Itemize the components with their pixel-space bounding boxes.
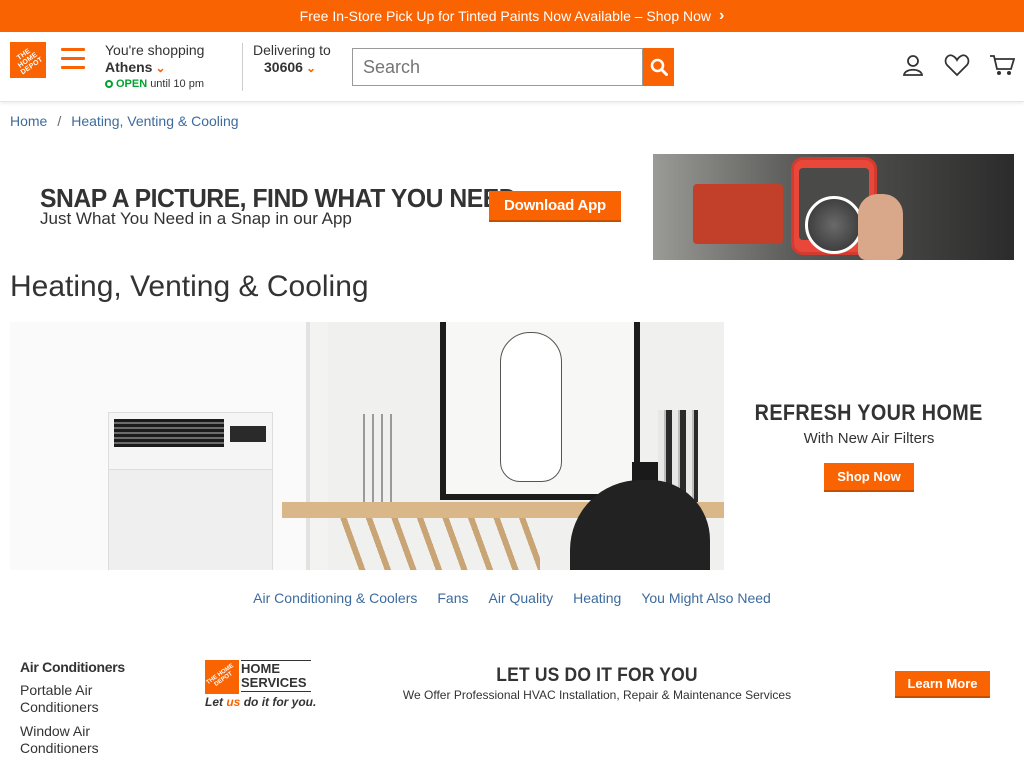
hero-banner[interactable]: REFRESH YOUR HOME With New Air Filters S… (10, 322, 1014, 570)
breadcrumb-home[interactable]: Home (10, 113, 47, 129)
heart-icon[interactable] (944, 52, 970, 78)
catnav-heating[interactable]: Heating (573, 590, 621, 606)
services-tagline: Let us do it for you. (205, 695, 316, 709)
hero-photo (10, 322, 724, 570)
catnav-fans[interactable]: Fans (437, 590, 468, 606)
learn-more-button[interactable]: Learn More (895, 671, 990, 698)
page-title: Heating, Venting & Cooling (10, 270, 369, 303)
store-name[interactable]: Athens (105, 59, 152, 75)
catnav-air-conditioning[interactable]: Air Conditioning & Coolers (253, 590, 417, 606)
logo-text: THE HOME DEPOT (205, 663, 235, 688)
account-icon[interactable] (900, 52, 926, 78)
header-divider (242, 43, 243, 91)
catnav-air-quality[interactable]: Air Quality (489, 590, 554, 606)
search-icon (650, 58, 668, 76)
logo-text: THE HOME DEPOT (15, 47, 45, 76)
sidebar-item-portable-ac[interactable]: Portable Air Conditioners (20, 682, 160, 716)
store-hours: until 10 pm (150, 78, 204, 90)
store-label: You're shopping (105, 42, 205, 58)
cart-icon[interactable] (989, 52, 1015, 78)
camera-lens-icon (805, 196, 863, 254)
home-depot-logo[interactable]: THE HOME DEPOT (10, 42, 46, 78)
app-banner-photo (653, 154, 1014, 260)
sidebar-categories: Air Conditioners Portable Air Conditione… (20, 659, 160, 757)
hero-subline: With New Air Filters (803, 430, 935, 447)
breadcrumb: Home / Heating, Venting & Cooling (10, 113, 239, 129)
home-depot-logo: THE HOME DEPOT (205, 660, 239, 694)
catnav-you-might-also-need[interactable]: You Might Also Need (641, 590, 770, 606)
tagline-suffix: do it for you. (240, 695, 317, 709)
delivery-label: Delivering to (253, 42, 331, 58)
services-headline: LET US DO IT FOR YOU (496, 665, 698, 686)
download-app-button[interactable]: Download App (489, 191, 621, 222)
home-services-brand: HOME SERVICES (241, 660, 311, 692)
open-status-icon (105, 80, 113, 88)
services-subline: We Offer Professional HVAC Installation,… (402, 688, 792, 702)
breadcrumb-separator: / (57, 113, 62, 129)
chevron-down-icon[interactable]: ⌄ (155, 61, 165, 75)
chevron-down-icon[interactable]: ⌄ (306, 61, 316, 75)
search-button[interactable] (643, 48, 674, 86)
delivery-zip-selector[interactable]: Delivering to 30606 ⌄ (253, 42, 331, 75)
sidebar-item-window-ac[interactable]: Window Air Conditioners (20, 723, 160, 757)
app-promo-banner[interactable]: SNAP A PICTURE, FIND WHAT YOU NEED Just … (10, 154, 1014, 260)
site-header: THE HOME DEPOT You're shopping Athens ⌄ O… (0, 32, 1024, 102)
brand-line-2: SERVICES (241, 676, 311, 692)
app-banner-subline: Just What You Need in a Snap in our App (40, 209, 352, 228)
tagline-prefix: Let (205, 695, 227, 709)
promo-banner[interactable]: Free In-Store Pick Up for Tinted Paints … (0, 0, 1024, 32)
sidebar-heading[interactable]: Air Conditioners (20, 659, 160, 675)
category-nav: Air Conditioning & Coolers Fans Air Qual… (0, 590, 1024, 606)
hero-headline: REFRESH YOUR HOME (755, 400, 983, 425)
shop-now-button[interactable]: Shop Now (824, 463, 914, 492)
menu-icon[interactable] (61, 48, 85, 70)
search-input[interactable] (352, 48, 643, 86)
brand-line-1: HOME (241, 660, 311, 676)
promo-text[interactable]: Free In-Store Pick Up for Tinted Paints … (300, 8, 711, 24)
chevron-right-icon: › (719, 7, 725, 24)
delivery-zip[interactable]: 30606 (264, 59, 303, 75)
store-status: OPEN (116, 78, 148, 90)
tagline-us: us (226, 695, 241, 709)
store-selector[interactable]: You're shopping Athens ⌄ OPEN until 10 pm (105, 42, 235, 90)
breadcrumb-current[interactable]: Heating, Venting & Cooling (71, 113, 238, 129)
